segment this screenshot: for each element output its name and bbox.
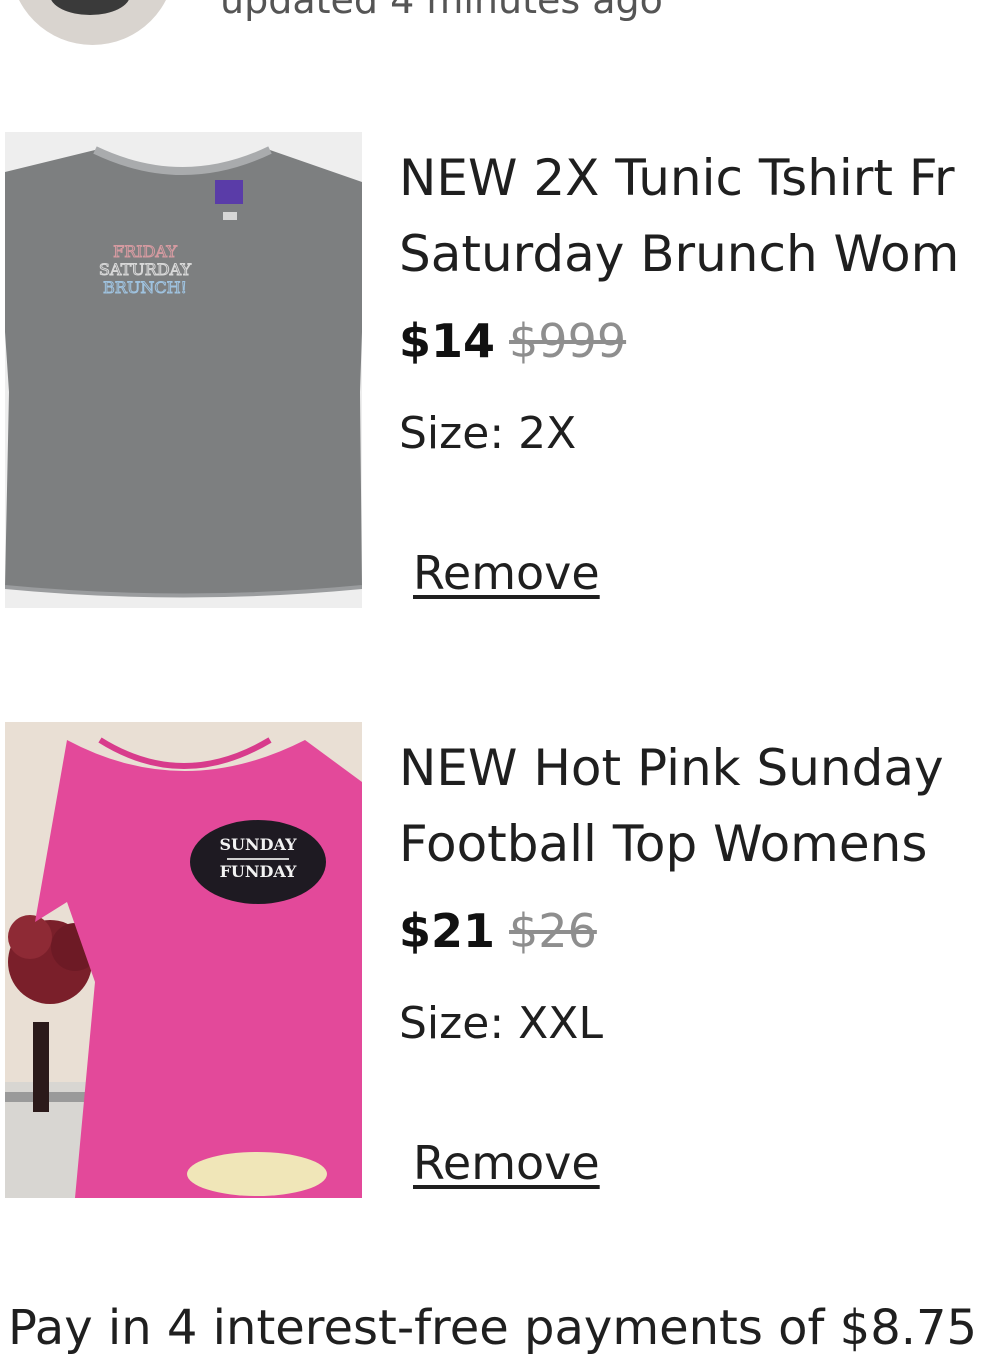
avatar-image — [50, 0, 130, 15]
original-price: $999 — [509, 314, 627, 368]
sale-price: $14 — [399, 314, 496, 368]
item-title[interactable]: NEW 2X Tunic Tshirt Fr Saturday Brunch W… — [399, 140, 1000, 292]
item-thumbnail[interactable]: FRIDAY SATURDAY BRUNCH! — [5, 132, 362, 608]
remove-button[interactable]: Remove — [413, 546, 600, 600]
svg-text:FUNDAY: FUNDAY — [220, 862, 297, 881]
item-price-row: $21 $26 — [399, 904, 597, 958]
seller-avatar[interactable] — [10, 0, 175, 45]
updated-timestamp: updated 4 minutes ago — [220, 0, 663, 22]
item-thumbnail[interactable]: SUNDAY FUNDAY — [5, 722, 362, 1198]
item-price-row: $14 $999 — [399, 314, 626, 368]
svg-text:BRUNCH!: BRUNCH! — [103, 278, 187, 297]
sale-price: $21 — [399, 904, 496, 958]
gray-tshirt-image: FRIDAY SATURDAY BRUNCH! — [5, 132, 362, 608]
remove-button[interactable]: Remove — [413, 1136, 600, 1190]
svg-text:FRIDAY: FRIDAY — [113, 242, 177, 261]
pink-tshirt-image: SUNDAY FUNDAY — [5, 722, 362, 1198]
item-size: Size: XXL — [399, 998, 603, 1049]
item-title[interactable]: NEW Hot Pink Sunday Football Top Womens — [399, 730, 1000, 882]
svg-text:SATURDAY: SATURDAY — [99, 260, 192, 279]
svg-text:SUNDAY: SUNDAY — [219, 835, 297, 854]
original-price: $26 — [509, 904, 597, 958]
item-size: Size: 2X — [399, 408, 577, 459]
installments-info: Pay in 4 interest-free payments of $8.75 — [8, 1300, 978, 1356]
